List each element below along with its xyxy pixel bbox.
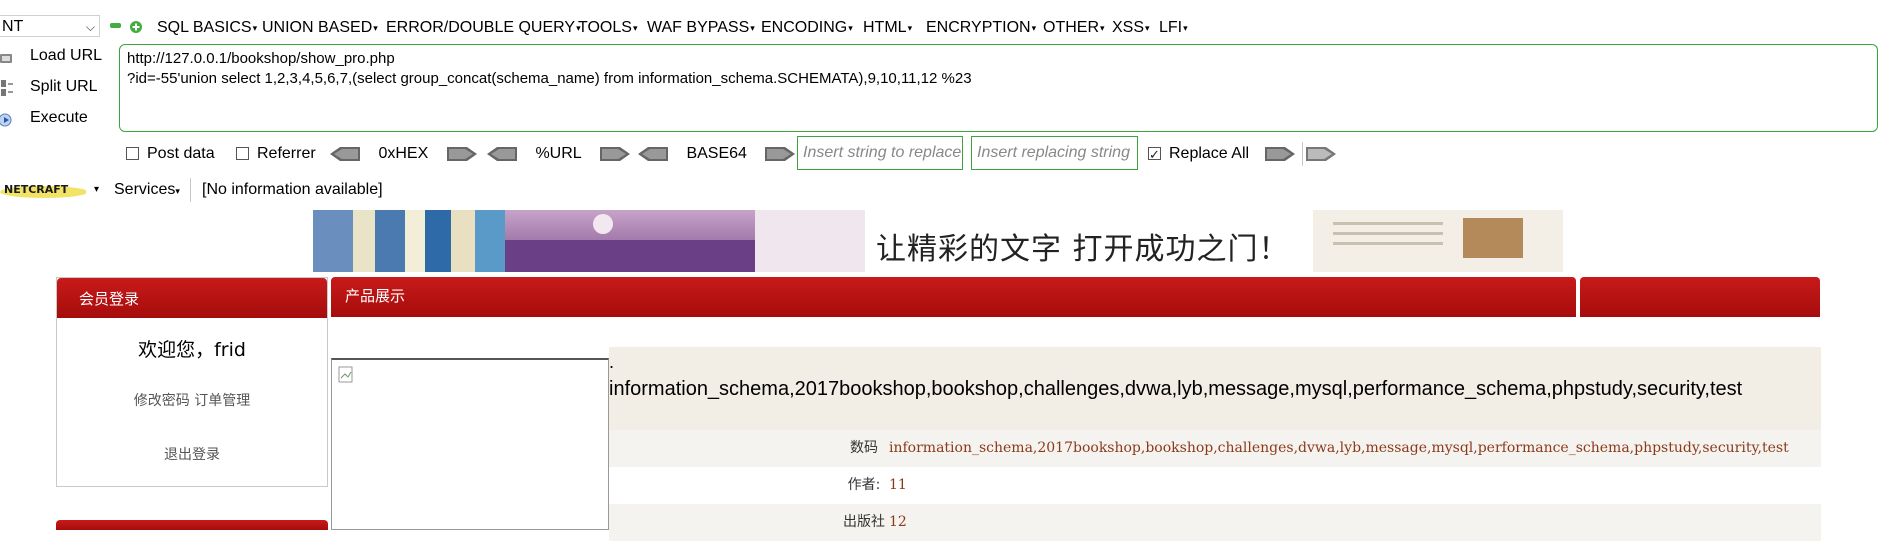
- menu-error-double-query[interactable]: ERROR/DOUBLE QUERY▾: [386, 17, 581, 39]
- row-value: information_schema,2017bookshop,bookshop…: [889, 440, 1789, 456]
- insert-string-input[interactable]: Insert string to replace: [797, 136, 963, 170]
- product-title: information_schema,2017bookshop,bookshop…: [609, 378, 1743, 400]
- execute-icon: [0, 111, 14, 127]
- url-line-2: ?id=-55'union select 1,2,3,4,5,6,7,(sele…: [127, 70, 972, 87]
- member-panel-title: 会员登录: [57, 278, 327, 318]
- separator: [1302, 142, 1303, 166]
- execute-button[interactable]: Execute: [0, 106, 88, 130]
- menu-tools[interactable]: TOOLS▾: [578, 17, 637, 39]
- url-textarea[interactable]: http://127.0.0.1/bookshop/show_pro.php ?…: [119, 44, 1878, 132]
- banner: 让精彩的文字 打开成功之门！: [313, 210, 1563, 272]
- hex-encoder: 0xHEX: [330, 142, 477, 166]
- netcraft-dropdown-icon[interactable]: ▾: [94, 178, 99, 202]
- replace-all-checkbox[interactable]: Replace All: [1148, 142, 1249, 167]
- url-encoder: %URL: [487, 142, 631, 166]
- select-value: NT: [2, 18, 24, 35]
- panel-header-bottom: [56, 520, 328, 530]
- minus-icon[interactable]: [110, 23, 121, 28]
- url-encode-arrow-icon[interactable]: [600, 146, 631, 161]
- base64-encode-arrow-icon[interactable]: [765, 146, 796, 161]
- plus-icon[interactable]: [130, 20, 142, 33]
- menu-encoding[interactable]: ENCODING▾: [761, 17, 853, 39]
- netcraft-info: [No information available]: [202, 181, 383, 198]
- replace-next-arrow-icon[interactable]: [1306, 147, 1336, 166]
- menu-html[interactable]: HTML▾: [863, 17, 912, 39]
- broken-image-icon: [338, 366, 353, 383]
- menu-lfi[interactable]: LFI▾: [1159, 17, 1188, 39]
- hex-decode-arrow-icon[interactable]: [330, 146, 360, 161]
- row-label: 作者:: [847, 477, 881, 493]
- referrer-checkbox[interactable]: Referrer: [236, 142, 316, 166]
- chevron-down-icon: ⌵: [85, 20, 95, 34]
- row-value: 11: [889, 477, 907, 493]
- replace-arrow-icon[interactable]: [1265, 147, 1295, 166]
- split-url-button[interactable]: Split URL: [0, 75, 98, 99]
- svg-text:NETCRAFT: NETCRAFT: [4, 183, 69, 196]
- load-url-button[interactable]: Load URL: [0, 44, 102, 68]
- menu-encryption[interactable]: ENCRYPTION▾: [926, 17, 1036, 39]
- url-decode-arrow-icon[interactable]: [487, 146, 517, 161]
- split-url-icon: [0, 79, 14, 96]
- info-row: 出版社 12: [609, 504, 1821, 541]
- title-dot: .: [609, 352, 615, 372]
- url-line-1: http://127.0.0.1/bookshop/show_pro.php: [127, 50, 395, 67]
- welcome-text: 欢迎您，frid: [138, 339, 246, 361]
- menu-sql-basics[interactable]: SQL BASICS▾: [157, 17, 257, 39]
- info-row: 作者: 11: [609, 467, 1821, 504]
- logout-link[interactable]: 退出登录: [57, 444, 327, 464]
- base64-decode-arrow-icon[interactable]: [638, 146, 668, 161]
- version-select[interactable]: NT ⌵: [0, 15, 100, 37]
- post-data-checkbox[interactable]: Post data: [126, 142, 215, 166]
- row-label: 出版社: [843, 514, 885, 530]
- info-row: 数码 information_schema,2017bookshop,books…: [609, 430, 1821, 467]
- base64-encoder: BASE64: [638, 142, 796, 166]
- load-url-icon: [0, 49, 14, 63]
- hackbar-toolbar: NT ⌵ SQL BASICS▾ UNION BASED▾ ERROR/DOUB…: [0, 0, 1886, 210]
- products-title: 产品展示: [331, 277, 1576, 317]
- menu-other[interactable]: OTHER▾: [1043, 17, 1105, 39]
- row-value: 12: [889, 514, 907, 530]
- menu-union-based[interactable]: UNION BASED▾: [262, 17, 378, 39]
- product-image: [331, 358, 609, 530]
- account-links[interactable]: 修改密码 订单管理: [57, 390, 327, 410]
- hex-encode-arrow-icon[interactable]: [446, 146, 477, 161]
- side-header: [1580, 277, 1820, 317]
- replacing-string-input[interactable]: Insert replacing string: [971, 136, 1138, 170]
- services-menu[interactable]: Services▾: [114, 178, 180, 202]
- menu-waf-bypass[interactable]: WAF BYPASS▾: [647, 17, 755, 39]
- banner-slogan: 让精彩的文字 打开成功之门！: [876, 232, 1290, 267]
- netcraft-logo[interactable]: NETCRAFT: [0, 180, 88, 200]
- member-panel: 会员登录 欢迎您，frid 修改密码 订单管理 退出登录: [56, 277, 328, 487]
- menu-xss[interactable]: XSS▾: [1112, 17, 1150, 39]
- separator: [190, 178, 191, 202]
